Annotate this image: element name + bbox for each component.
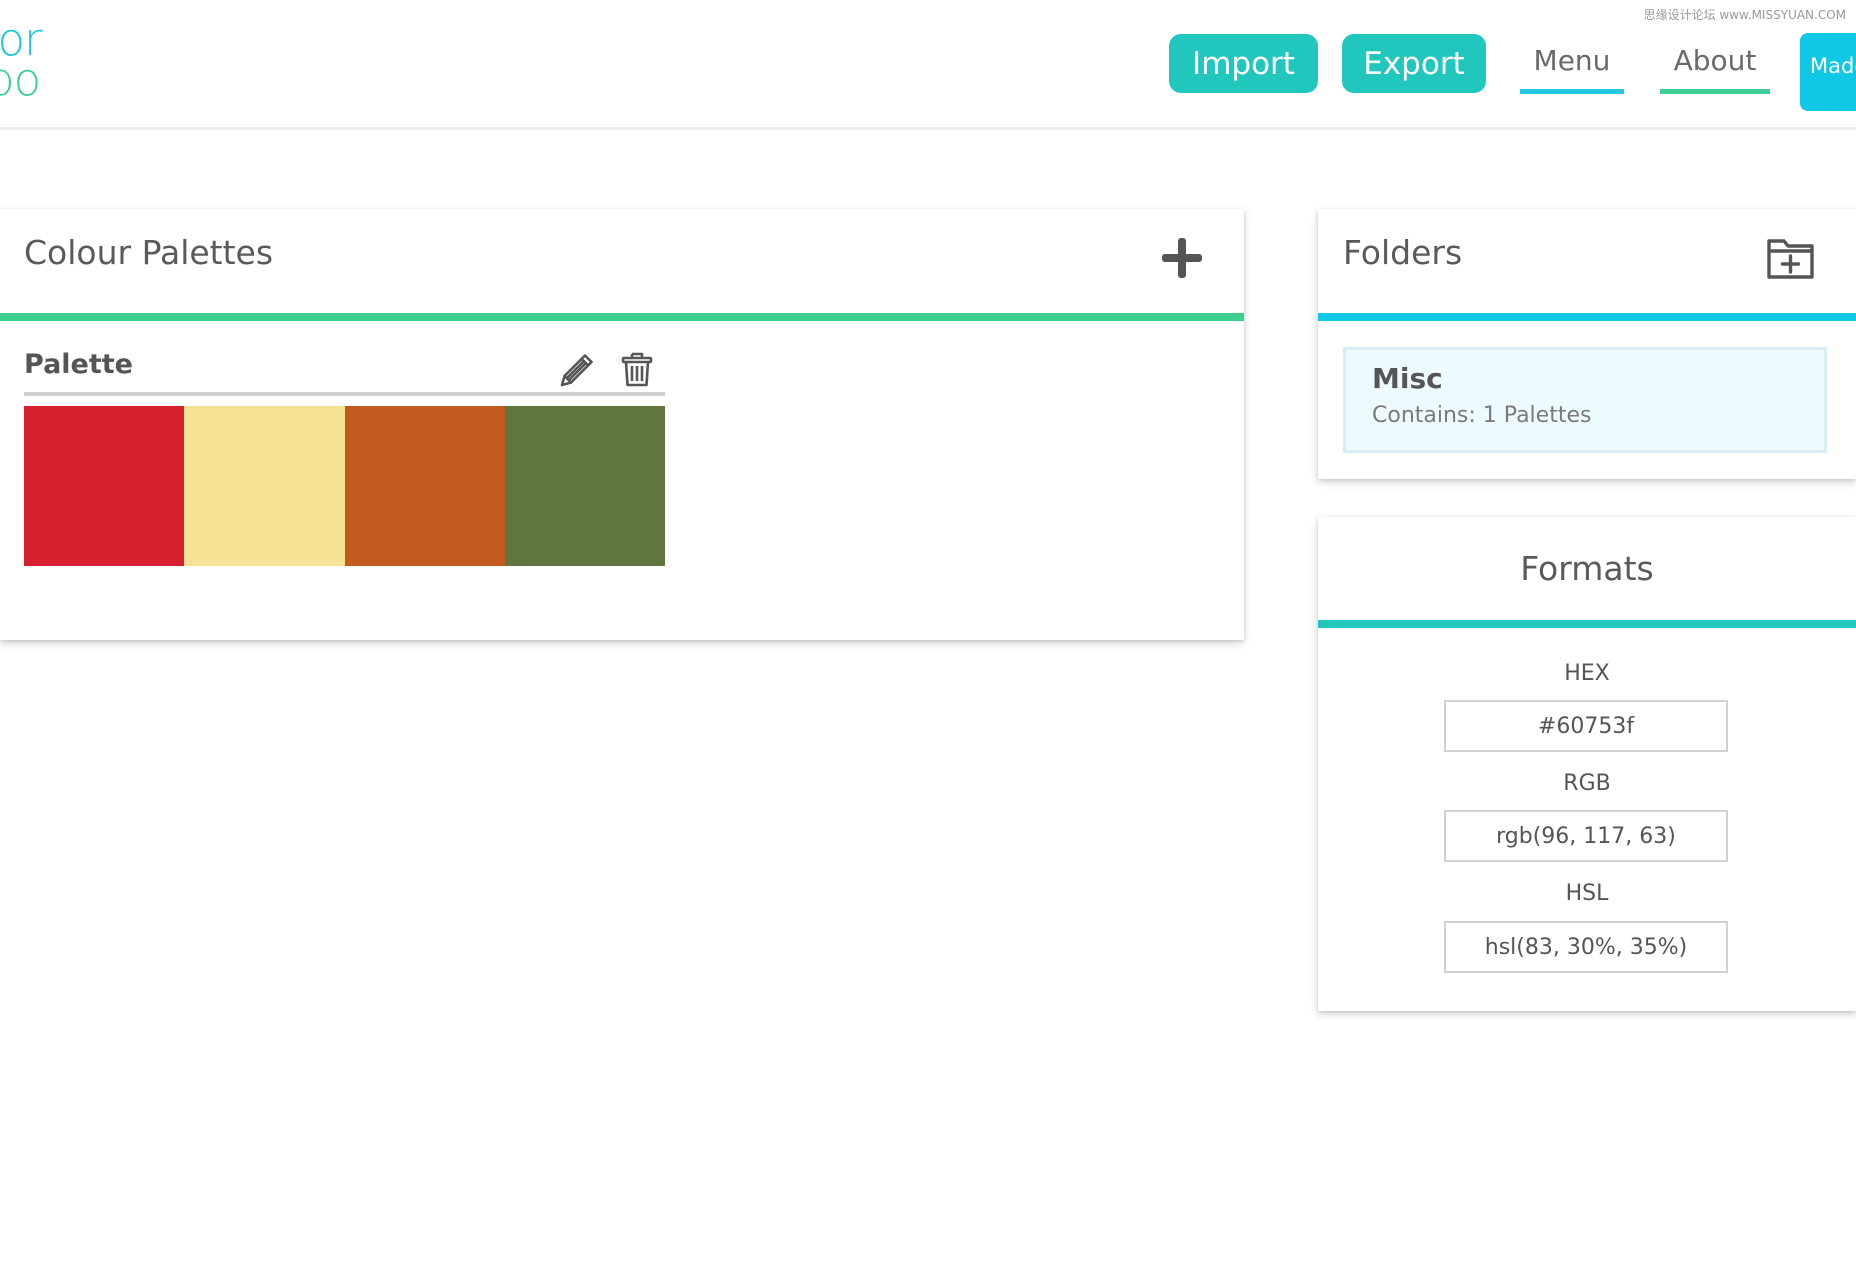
export-button[interactable]: Export: [1342, 34, 1486, 93]
hsl-label: HSL: [1565, 881, 1609, 906]
colour-palettes-card: Colour Palettes Palette: [0, 209, 1244, 640]
watermark: 思缘设计论坛 www.MISSYUAN.COM: [1643, 8, 1846, 22]
folder-name: Misc: [1372, 362, 1443, 395]
nav-about-link[interactable]: About: [1660, 44, 1770, 94]
pencil-icon[interactable]: [557, 350, 597, 390]
plus-icon[interactable]: [1160, 236, 1204, 280]
folders-title: Folders: [1343, 233, 1463, 272]
palette-name: Palette: [24, 349, 133, 380]
made-tab[interactable]: Made: [1800, 33, 1856, 111]
app-header: lor bo 思缘设计论坛 www.MISSYUAN.COM Import Ex…: [0, 0, 1856, 130]
folders-card: Folders Misc Contains: 1 Palettes: [1318, 209, 1856, 479]
folder-contains: Contains: 1 Palettes: [1372, 403, 1592, 428]
palette-underline: [24, 392, 665, 396]
hsl-field[interactable]: hsl(83, 30%, 35%): [1444, 921, 1728, 973]
trash-icon[interactable]: [620, 350, 654, 388]
swatch-4[interactable]: [504, 406, 665, 566]
rgb-field[interactable]: rgb(96, 117, 63): [1444, 810, 1728, 862]
formats-title: Formats: [1520, 549, 1654, 588]
nav-menu-link[interactable]: Menu: [1520, 44, 1624, 94]
formats-accent-bar: [1318, 620, 1856, 628]
formats-card: Formats HEX #60753f RGB rgb(96, 117, 63)…: [1318, 517, 1856, 1011]
palette-swatches: [24, 406, 665, 566]
colour-palettes-title: Colour Palettes: [24, 233, 274, 272]
hex-field[interactable]: #60753f: [1444, 700, 1728, 752]
swatch-1[interactable]: [24, 406, 185, 566]
import-button[interactable]: Import: [1169, 34, 1318, 93]
folder-item-misc[interactable]: Misc Contains: 1 Palettes: [1343, 347, 1827, 453]
palettes-accent-bar: [0, 313, 1244, 321]
folders-accent-bar: [1318, 313, 1856, 321]
swatch-3[interactable]: [344, 406, 505, 566]
logo-line-2: bo: [0, 53, 41, 106]
hex-label: HEX: [1564, 661, 1610, 686]
swatch-2[interactable]: [184, 406, 345, 566]
folder-plus-icon[interactable]: [1766, 235, 1816, 281]
logo[interactable]: lor bo: [0, 17, 43, 106]
rgb-label: RGB: [1563, 771, 1611, 796]
